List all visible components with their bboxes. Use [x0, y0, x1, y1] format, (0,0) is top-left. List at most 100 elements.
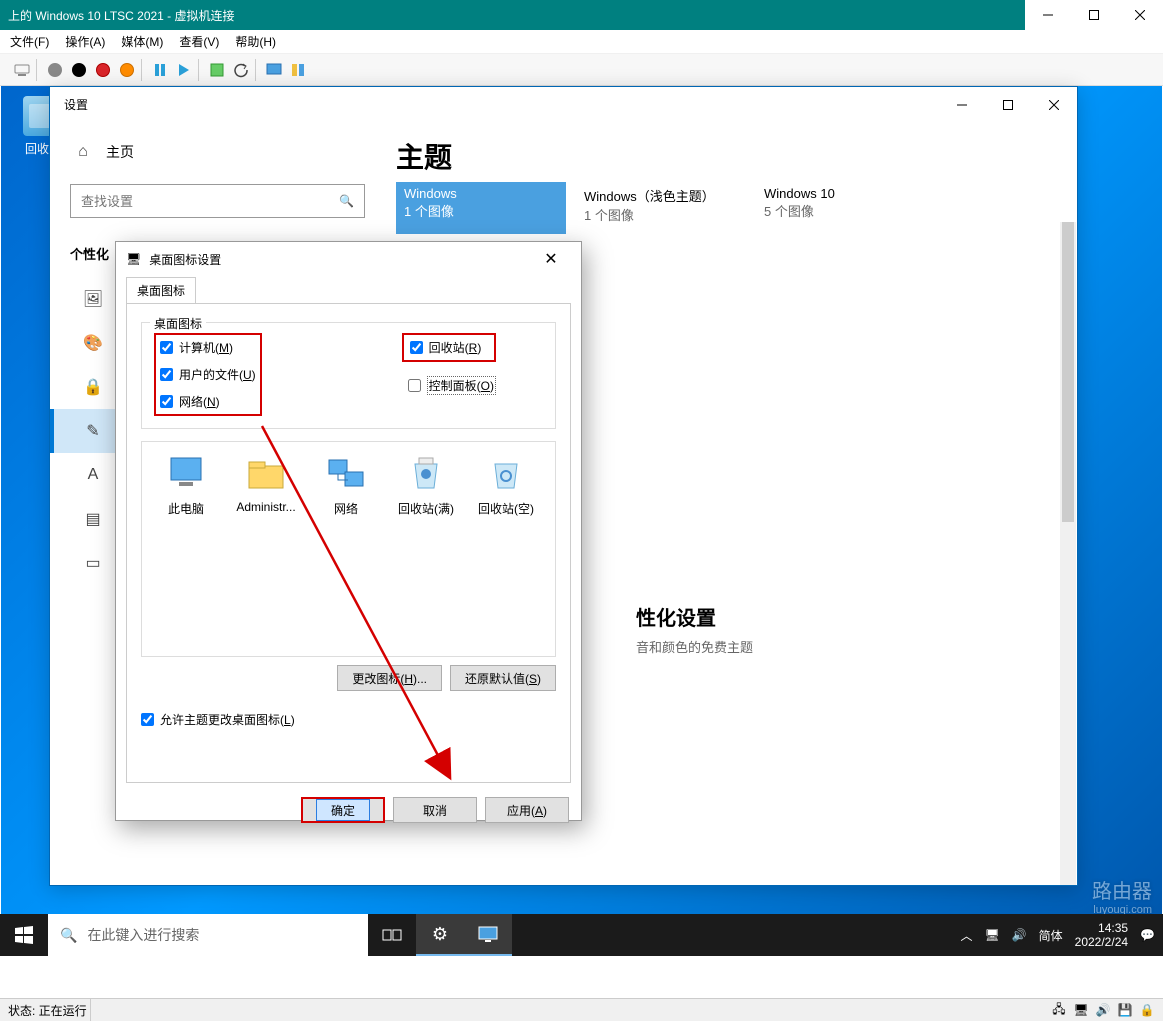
- palette-icon: 🎨: [84, 334, 102, 352]
- checkbox-network[interactable]: 网络(N): [160, 393, 256, 410]
- maximize-button[interactable]: [1071, 0, 1117, 30]
- tray-ime-label[interactable]: 简体: [1039, 927, 1063, 944]
- checkbox-userfiles[interactable]: 用户的文件(U): [160, 366, 256, 383]
- scrollbar-thumb[interactable]: [1062, 222, 1074, 522]
- preview-recycle-full[interactable]: 回收站(满): [390, 452, 462, 517]
- checkbox-recycle[interactable]: 回收站(R): [410, 339, 488, 356]
- font-icon: A: [84, 466, 102, 484]
- menu-media[interactable]: 媒体(M): [121, 33, 163, 50]
- menu-action[interactable]: 操作(A): [65, 33, 105, 50]
- taskbar-search-placeholder: 在此键入进行搜索: [87, 925, 199, 945]
- preview-recycle-empty[interactable]: 回收站(空): [470, 452, 542, 517]
- status-disk-icon: 💾: [1117, 1002, 1133, 1018]
- share-icon[interactable]: [288, 60, 308, 80]
- settings-minimize[interactable]: [939, 90, 985, 120]
- search-icon: 🔍: [339, 194, 354, 208]
- settings-maximize[interactable]: [985, 90, 1031, 120]
- start-icon: ▤: [84, 510, 102, 528]
- revert-icon[interactable]: [231, 60, 251, 80]
- page-title: 主题: [396, 136, 1051, 176]
- desktop-icon-settings-dialog: 🖥 桌面图标设置 ✕ 桌面图标 桌面图标 计算机(M) 用户的文件(U): [115, 241, 582, 821]
- tray-volume-icon[interactable]: 🔊: [1012, 928, 1027, 942]
- tab-desktop-icons[interactable]: 桌面图标: [126, 277, 196, 304]
- dialog-close-button[interactable]: ✕: [531, 249, 571, 269]
- taskbar-settings-icon[interactable]: ⚙: [416, 914, 464, 956]
- menu-view[interactable]: 查看(V): [179, 33, 219, 50]
- tray-chevron-icon[interactable]: ︿: [960, 927, 972, 944]
- status-text: 状态: 正在运行: [8, 1002, 87, 1019]
- preview-network[interactable]: 网络: [310, 452, 382, 517]
- menu-help[interactable]: 帮助(H): [235, 33, 276, 50]
- ctrl-alt-del-icon[interactable]: [12, 60, 32, 80]
- taskbar-icon: ▭: [84, 554, 102, 572]
- fieldset-desktop-icons: 桌面图标 计算机(M) 用户的文件(U) 网络(N): [141, 322, 556, 429]
- change-icon-button[interactable]: 更改图标(H)...: [337, 665, 442, 691]
- more-settings-sub: 音和颜色的免费主题: [636, 637, 1051, 656]
- taskbar-display-icon[interactable]: [464, 914, 512, 956]
- vm-window-controls: [1025, 0, 1163, 30]
- theme-card-windows[interactable]: Windows 1 个图像: [396, 182, 566, 234]
- start-button[interactable]: [0, 914, 48, 956]
- taskbar: 🔍 在此键入进行搜索 ⚙ ︿ 🖥 🔊 简体 14:35 2022/2/24 💬: [0, 914, 1163, 956]
- vm-toolbar: [0, 54, 1163, 86]
- start-button-icon[interactable]: [45, 60, 65, 80]
- dialog-title: 桌面图标设置: [149, 251, 221, 268]
- shutdown-button-icon[interactable]: [93, 60, 113, 80]
- vm-titlebar: 上的 Windows 10 LTSC 2021 - 虚拟机连接: [0, 0, 1163, 30]
- scrollbar[interactable]: [1060, 222, 1076, 885]
- restore-defaults-button[interactable]: 还原默认值(S): [450, 665, 556, 691]
- tray-time: 14:35: [1075, 921, 1128, 935]
- vm-menubar: 文件(F) 操作(A) 媒体(M) 查看(V) 帮助(H): [0, 30, 1163, 54]
- system-tray: ︿ 🖥 🔊 简体 14:35 2022/2/24 💬: [952, 921, 1163, 950]
- status-display-icon: 🖥: [1073, 1002, 1089, 1018]
- settings-search-input[interactable]: [81, 194, 339, 209]
- settings-title: 设置: [64, 96, 88, 113]
- task-view-button[interactable]: [368, 914, 416, 956]
- highlight-box-left: 计算机(M) 用户的文件(U) 网络(N): [154, 333, 262, 416]
- picture-icon: 🖼: [84, 290, 102, 308]
- settings-search[interactable]: 🔍: [70, 184, 365, 218]
- minimize-button[interactable]: [1025, 0, 1071, 30]
- close-button[interactable]: [1117, 0, 1163, 30]
- settings-titlebar[interactable]: 设置: [50, 87, 1077, 122]
- settings-close[interactable]: [1031, 90, 1077, 120]
- status-network-icon: 🖧: [1051, 1002, 1067, 1018]
- pause-button-icon[interactable]: [150, 60, 170, 80]
- dialog-icon: 🖥: [126, 252, 141, 266]
- highlight-box-recycle: 回收站(R): [402, 333, 496, 362]
- tray-display-icon[interactable]: 🖥: [984, 928, 999, 942]
- checkbox-computer[interactable]: 计算机(M): [160, 339, 256, 356]
- tray-notifications-icon[interactable]: 💬: [1140, 928, 1155, 942]
- enhanced-session-icon[interactable]: [264, 60, 284, 80]
- desktop[interactable]: 回收站 设置 ⌂ 主页 🔍: [1, 86, 1162, 956]
- preview-thispc[interactable]: 此电脑: [150, 452, 222, 517]
- settings-home-label: 主页: [106, 142, 134, 162]
- menu-file[interactable]: 文件(F): [10, 33, 49, 50]
- vm-content: 回收站 设置 ⌂ 主页 🔍: [1, 86, 1162, 956]
- checkbox-controlpanel[interactable]: 控制面板(O): [408, 376, 496, 395]
- status-lock-icon: 🔒: [1139, 1002, 1155, 1018]
- settings-home-link[interactable]: ⌂ 主页: [70, 132, 350, 172]
- tray-clock[interactable]: 14:35 2022/2/24: [1075, 921, 1128, 950]
- more-settings-heading: 性化设置: [636, 602, 1051, 631]
- apply-button[interactable]: 应用(A): [485, 797, 569, 823]
- vm-title-text: 上的 Windows 10 LTSC 2021 - 虚拟机连接: [8, 7, 1025, 24]
- checkpoint-icon[interactable]: [207, 60, 227, 80]
- taskbar-search[interactable]: 🔍 在此键入进行搜索: [48, 914, 368, 956]
- turnoff-button-icon[interactable]: [69, 60, 89, 80]
- ok-button[interactable]: 确定: [301, 797, 385, 823]
- theme-card-windows-light[interactable]: Windows（浅色主题） 1 个图像: [576, 182, 746, 234]
- tray-date: 2022/2/24: [1075, 935, 1128, 949]
- dialog-titlebar[interactable]: 🖥 桌面图标设置 ✕: [116, 242, 581, 276]
- preview-admin[interactable]: Administr...: [230, 452, 302, 514]
- icon-preview-list[interactable]: 此电脑 Administr... 网络 回收站(满) 回收站(空): [141, 441, 556, 657]
- home-icon: ⌂: [74, 143, 92, 161]
- save-button-icon[interactable]: [117, 60, 137, 80]
- status-speaker-icon: 🔊: [1095, 1002, 1111, 1018]
- reset-button-icon[interactable]: [174, 60, 194, 80]
- lock-icon: 🔒: [84, 378, 102, 396]
- checkbox-allow-themes[interactable]: 允许主题更改桌面图标(L): [141, 711, 556, 728]
- vm-statusbar: 状态: 正在运行 🖧 🖥 🔊 💾 🔒: [0, 998, 1163, 1021]
- theme-card-windows10[interactable]: Windows 10 5 个图像: [756, 182, 926, 234]
- cancel-button[interactable]: 取消: [393, 797, 477, 823]
